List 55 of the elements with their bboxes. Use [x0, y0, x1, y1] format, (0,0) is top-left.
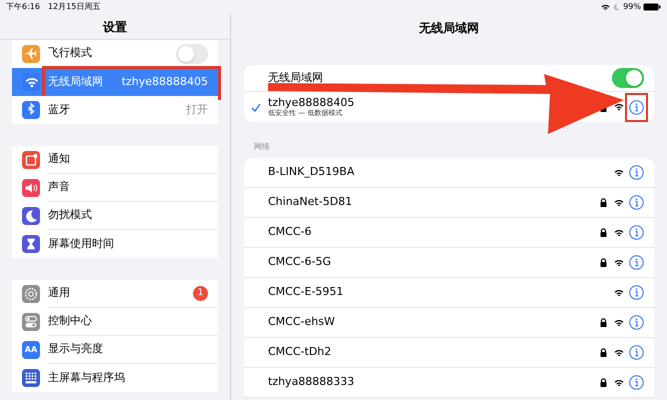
info-icon[interactable]	[629, 225, 644, 240]
info-icon[interactable]	[629, 195, 644, 210]
wifi-icon	[614, 288, 624, 296]
wifi-toggle[interactable]	[612, 68, 644, 88]
wifi-icon	[614, 348, 624, 356]
info-icon[interactable]	[629, 285, 644, 300]
wifi-icon	[614, 198, 624, 206]
network-row[interactable]: ChinaNet-5D81	[244, 188, 654, 218]
notification-badge: 1	[193, 286, 208, 301]
settings-row[interactable]: 蓝牙 打开	[48, 96, 218, 124]
settings-row[interactable]: 主屏幕与程序坞	[48, 364, 218, 392]
wifi-icon	[22, 73, 40, 91]
network-row[interactable]: B-LINK_D519BA	[244, 158, 654, 188]
wifi-icon	[614, 168, 624, 176]
network-row[interactable]: CMCC-E-5951	[244, 278, 654, 308]
status-wifi-icon	[601, 4, 610, 10]
wifi-icon	[614, 258, 624, 266]
info-icon[interactable]	[629, 100, 644, 114]
network-name[interactable]: tzhye88888405	[268, 96, 354, 110]
moon-icon	[22, 207, 40, 225]
network-row[interactable]: CMCC-ehsW	[244, 308, 654, 338]
sound-icon	[22, 179, 40, 197]
wifi-label: 无线局域网	[268, 70, 324, 86]
wifi-icon	[614, 378, 624, 386]
network-row[interactable]: tzhya88888333	[244, 368, 654, 398]
battery-icon	[643, 3, 661, 11]
page-title: 无线局域网	[419, 20, 479, 37]
network-row[interactable]: CMCC-6	[244, 218, 654, 248]
section-header: 网络	[254, 141, 271, 153]
switches-icon	[22, 313, 40, 331]
network-row[interactable]: CMCC-tDh2	[244, 338, 654, 368]
battery-percent: 99%	[623, 1, 641, 13]
info-icon[interactable]	[629, 255, 644, 270]
info-icon[interactable]	[629, 345, 644, 360]
status-time: 下午6:16	[6, 1, 40, 13]
gear-icon	[22, 285, 40, 303]
sidebar-title: 设置	[103, 18, 127, 36]
settings-row[interactable]: 屏幕使用时间	[48, 230, 218, 258]
bluetooth-icon	[22, 101, 40, 119]
display-icon: AA	[22, 341, 40, 359]
notification-icon	[22, 151, 40, 169]
info-icon[interactable]	[629, 165, 644, 180]
status-date: 12月15日周五	[48, 1, 100, 13]
airplane-icon	[22, 45, 40, 63]
grid-icon	[22, 369, 40, 387]
settings-row[interactable]: 飞行模式	[48, 40, 218, 68]
info-icon[interactable]	[629, 315, 644, 330]
hourglass-icon	[22, 235, 40, 253]
toggle-switch[interactable]	[176, 44, 208, 64]
wifi-icon	[614, 318, 624, 326]
wifi-icon	[614, 103, 624, 111]
network-row[interactable]: CMCC-6-5G	[244, 248, 654, 278]
moon-icon	[613, 3, 620, 11]
wifi-icon	[614, 228, 624, 236]
info-icon[interactable]	[629, 375, 644, 390]
